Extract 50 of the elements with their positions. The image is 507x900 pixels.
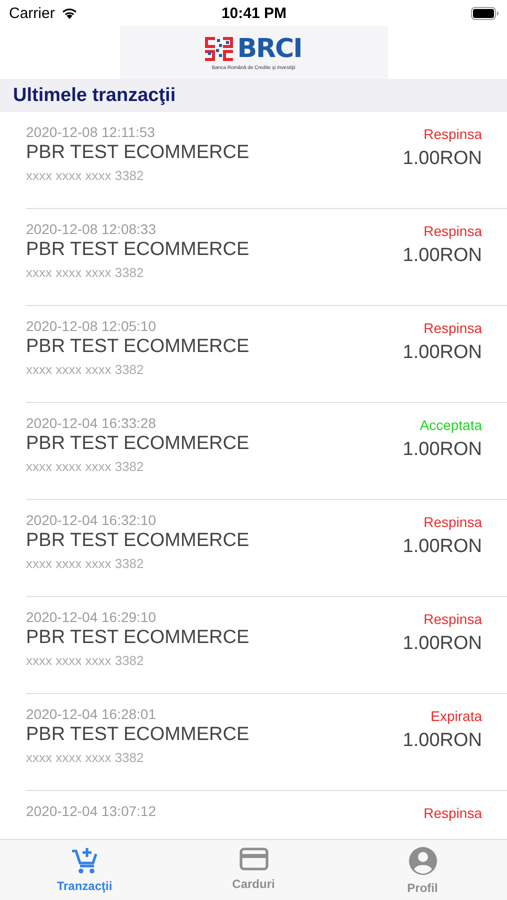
card-number: xxxx xxxx xxxx 3382 (26, 555, 145, 573)
amount-text: 1.00RON (402, 147, 482, 171)
battery-icon (470, 6, 499, 20)
status-label: Respinsa (424, 610, 482, 628)
transaction-date: 2020-12-04 16:28:01 (26, 705, 157, 723)
merchant-name: PBR TEST ECOMMERCE (26, 335, 250, 359)
card-number: xxxx xxxx xxxx 3382 (26, 167, 145, 185)
transaction-date: 2020-12-04 13:07:12 (26, 802, 156, 820)
amount-text: 1.00RON (402, 341, 482, 365)
carrier-name: Carrier (9, 4, 55, 22)
status-label: Respinsa (424, 125, 482, 143)
section-header: Ultimele tranzacţii (0, 79, 507, 112)
status-label: Respinsa (424, 319, 482, 337)
status-label: Acceptata (420, 416, 482, 434)
transaction-date: 2020-12-04 16:33:28 (26, 414, 157, 432)
amount-text: 1.00RON (402, 438, 482, 462)
card-number: xxxx xxxx xxxx 3382 (26, 264, 145, 282)
merchant-name: PBR TEST ECOMMERCE (26, 529, 250, 553)
transaction-date: 2020-12-08 12:05:10 (26, 317, 157, 335)
amount-text: 1.00RON (402, 729, 482, 753)
card-icon (238, 846, 268, 872)
amount-text: 1.00RON (402, 632, 482, 656)
status-label: Expirata (430, 707, 482, 725)
tab-button[interactable]: Profil (338, 840, 507, 900)
transaction-date: 2020-12-04 16:32:10 (26, 511, 157, 529)
amount-text: 1.00RON (402, 535, 482, 559)
logo-icon (205, 36, 234, 60)
transaction-date: 2020-12-04 16:29:10 (26, 608, 157, 626)
card-number: xxxx xxxx xxxx 3382 (26, 458, 145, 476)
merchant-name: PBR TEST ECOMMERCE (26, 141, 250, 165)
tab-button[interactable]: Tranzacţii (0, 840, 169, 900)
logo-wordmark: BRCI (237, 34, 302, 62)
status-label: Respinsa (424, 222, 482, 240)
cart-icon (70, 846, 98, 874)
merchant-name: PBR TEST ECOMMERCE (26, 723, 250, 747)
status-label: Respinsa (424, 513, 482, 531)
amount-text: 1.00RON (402, 244, 482, 268)
card-number: xxxx xxxx xxxx 3382 (26, 652, 145, 670)
transaction-date: 2020-12-08 12:08:33 (26, 220, 157, 238)
merchant-name: PBR TEST ECOMMERCE (26, 238, 250, 262)
clock-time: 10:41 PM (221, 4, 287, 22)
wifi-icon (60, 7, 78, 19)
merchant-name: PBR TEST ECOMMERCE (26, 432, 250, 456)
tab-button[interactable]: Carduri (169, 840, 338, 900)
transaction-date: 2020-12-08 12:11:53 (26, 123, 156, 141)
person-icon (408, 846, 438, 876)
card-number: xxxx xxxx xxxx 3382 (26, 749, 145, 767)
card-number: xxxx xxxx xxxx 3382 (26, 361, 145, 379)
merchant-name: PBR TEST ECOMMERCE (26, 626, 250, 650)
status-label: Respinsa (424, 804, 482, 822)
